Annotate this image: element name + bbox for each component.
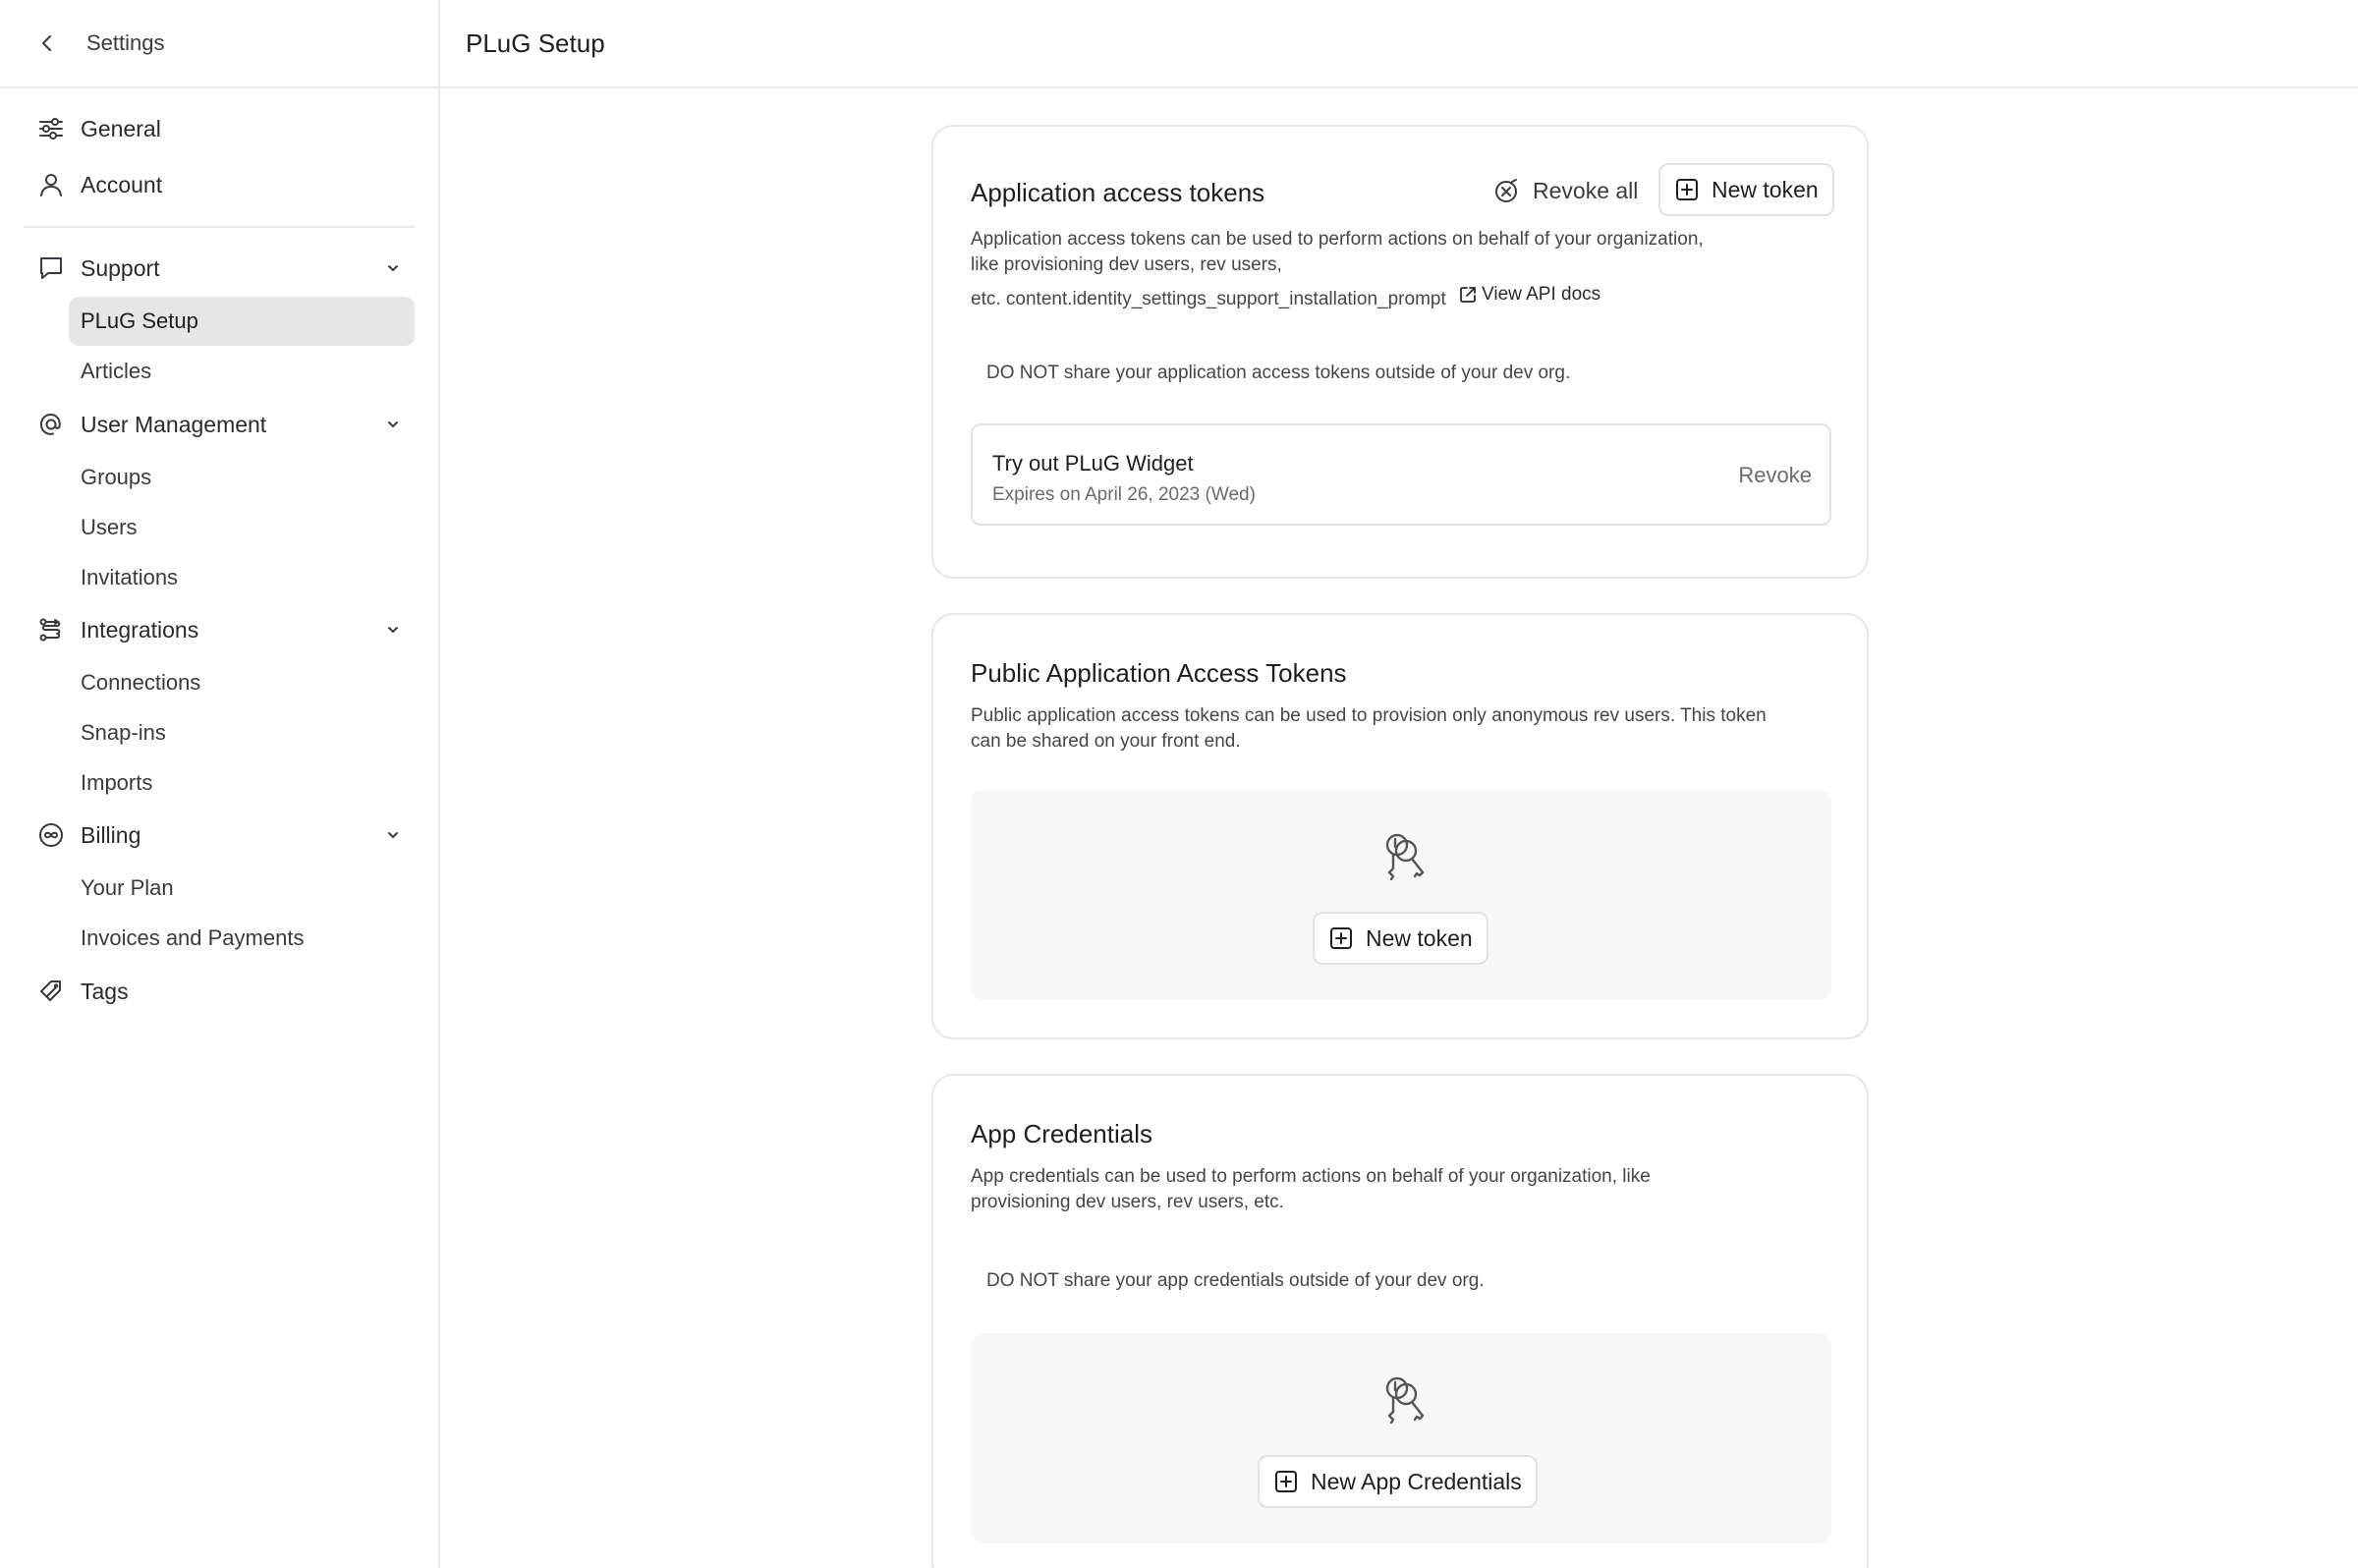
app-credentials-empty-state: New App Credentials [971, 1333, 1831, 1543]
card-title: Public Application Access Tokens [971, 658, 1347, 688]
sidebar-item-label: Support [81, 254, 160, 281]
access-tokens-description: Application access tokens can be used to… [971, 227, 1786, 312]
plus-square-icon [1328, 925, 1354, 951]
sidebar-item-label: User Management [81, 411, 267, 437]
access-tokens-card: Application access tokens Revoke all New… [931, 125, 1869, 579]
sidebar-title: Settings [86, 30, 165, 55]
card-title: App Credentials [971, 1119, 1152, 1148]
new-token-button[interactable]: New token [1658, 163, 1834, 216]
sidebar-item-label: PLuG Setup [81, 308, 198, 333]
chevron-down-icon[interactable] [381, 413, 405, 436]
keys-icon [1385, 1376, 1425, 1425]
sidebar-item-label: Invoices and Payments [81, 925, 305, 950]
revoke-all-label: Revoke all [1533, 177, 1639, 203]
sidebar-item-support[interactable]: Support [35, 244, 415, 293]
token-name: Try out PLuG Widget [992, 451, 1194, 476]
sidebar-item-general[interactable]: General [35, 104, 415, 153]
public-tokens-empty-state: New token [971, 790, 1831, 1000]
sidebar-item-groups[interactable]: Groups [69, 453, 415, 502]
revoke-token-button[interactable]: Revoke [1738, 463, 1812, 488]
new-app-credentials-button[interactable]: New App Credentials [1258, 1455, 1538, 1508]
sidebar-item-account[interactable]: Account [35, 160, 415, 209]
card-title: Application access tokens [971, 178, 1265, 207]
sidebar-item-label: Groups [81, 465, 152, 489]
sidebar-item-label: Integrations [81, 616, 199, 643]
api-docs-label: View API docs [1482, 284, 1601, 305]
sidebar-item-integrations[interactable]: Integrations [35, 605, 415, 654]
sidebar-item-invitations[interactable]: Invitations [69, 553, 415, 602]
app-credentials-card: App Credentials App credentials can be u… [931, 1074, 1869, 1568]
public-tokens-description: Public application access tokens can be … [971, 705, 1767, 752]
page-title: PLuG Setup [466, 28, 605, 58]
new-token-label: New token [1366, 924, 1473, 951]
token-row: Try out PLuG Widget Expires on April 26,… [971, 423, 1831, 526]
new-app-credentials-label: New App Credentials [1311, 1468, 1522, 1494]
sidebar-item-imports[interactable]: Imports [69, 758, 415, 808]
sidebar-item-label: Account [81, 171, 163, 197]
user-icon [35, 169, 67, 200]
sidebar-divider [24, 226, 415, 228]
sliders-icon [35, 113, 67, 144]
keys-icon [1385, 833, 1425, 881]
sidebar-item-articles[interactable]: Articles [69, 347, 415, 396]
description-line: like provisioning dev users, rev users, [971, 254, 1282, 275]
at-sign-icon [35, 409, 67, 440]
plus-square-icon [1273, 1469, 1299, 1494]
new-token-label: New token [1712, 176, 1819, 202]
sidebar-item-billing[interactable]: Billing [35, 811, 415, 860]
revoke-all-button[interactable]: Revoke all [1491, 176, 1638, 205]
sidebar-item-tags[interactable]: Tags [35, 967, 415, 1016]
description-line: Application access tokens can be used to… [971, 229, 1704, 250]
sidebar-item-invoices[interactable]: Invoices and Payments [69, 914, 415, 963]
description-text: etc. content.identity_settings_support_i… [971, 289, 1446, 309]
sidebar-item-label: Snap-ins [81, 720, 166, 745]
settings-sidebar: Settings General Account Support PLuG Se… [0, 0, 440, 1568]
sidebar-item-label: Tags [81, 978, 129, 1004]
chevron-down-icon[interactable] [381, 256, 405, 280]
sidebar-item-label: Users [81, 515, 138, 539]
chevron-down-icon[interactable] [381, 823, 405, 847]
view-api-docs-link[interactable]: View API docs [1457, 282, 1600, 308]
plus-square-icon [1674, 177, 1700, 202]
public-tokens-card: Public Application Access Tokens Public … [931, 613, 1869, 1039]
sidebar-item-your-plan[interactable]: Your Plan [69, 864, 415, 913]
tag-icon [35, 976, 67, 1007]
sidebar-header[interactable]: Settings [0, 0, 438, 88]
public-new-token-button[interactable]: New token [1313, 912, 1488, 965]
revoke-circle-icon [1491, 176, 1521, 205]
sidebar-item-user-management[interactable]: User Management [35, 400, 415, 449]
chat-bubble-icon [35, 252, 67, 284]
back-chevron-icon[interactable] [35, 31, 59, 55]
sidebar-item-label: Invitations [81, 565, 179, 589]
chevron-down-icon[interactable] [381, 618, 405, 642]
description-line: etc. content.identity_settings_support_i… [971, 282, 1786, 312]
sidebar-item-connections[interactable]: Connections [69, 658, 415, 707]
sidebar-item-label: Billing [81, 821, 141, 848]
app-credentials-description: App credentials can be used to perform a… [971, 1166, 1651, 1212]
page-header: PLuG Setup [440, 0, 2358, 88]
sidebar-item-snap-ins[interactable]: Snap-ins [69, 708, 415, 757]
sidebar-item-plug-setup[interactable]: PLuG Setup [69, 297, 415, 346]
sidebar-item-label: Connections [81, 670, 201, 695]
access-tokens-warning: DO NOT share your application access tok… [986, 363, 1571, 383]
sidebar-item-users[interactable]: Users [69, 503, 415, 552]
token-expiry: Expires on April 26, 2023 (Wed) [992, 484, 1256, 505]
external-link-icon [1457, 284, 1479, 306]
sidebar-item-label: General [81, 115, 161, 141]
app-credentials-warning: DO NOT share your app credentials outsid… [986, 1270, 1485, 1291]
sidebar-item-label: Imports [81, 770, 153, 795]
sidebar-item-label: Articles [81, 359, 152, 383]
infinity-icon [35, 819, 67, 851]
sidebar-item-label: Your Plan [81, 875, 174, 900]
integrations-icon [35, 614, 67, 645]
